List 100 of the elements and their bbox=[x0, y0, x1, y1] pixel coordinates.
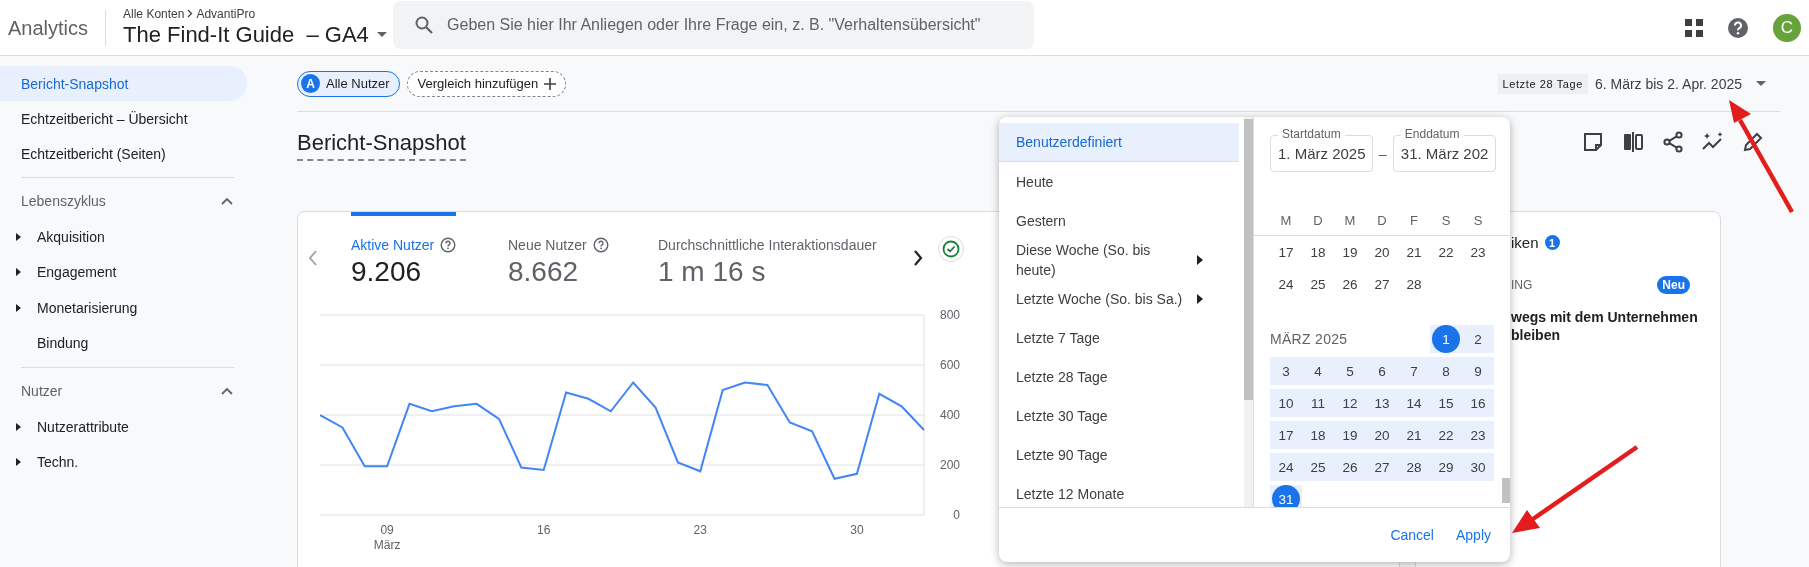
count-badge: 1 bbox=[1544, 235, 1560, 250]
calendar-day[interactable]: 14 bbox=[1400, 389, 1428, 417]
segment-chip[interactable]: A Alle Nutzer bbox=[297, 70, 400, 97]
calendar-day[interactable]: 27 bbox=[1368, 270, 1396, 298]
calendar-day[interactable]: 21 bbox=[1400, 238, 1428, 266]
nav-item[interactable]: Echtzeitbericht – Übersicht bbox=[0, 101, 247, 136]
calendar-day[interactable]: 23 bbox=[1464, 421, 1492, 449]
section-header[interactable]: Nutzer bbox=[21, 383, 63, 399]
nav-item[interactable]: Nutzerattribute bbox=[37, 418, 129, 435]
insight-text: wegs mit dem Unternehmen bbox=[1511, 308, 1699, 326]
apps-grid-icon[interactable] bbox=[1685, 18, 1703, 37]
calendar-day[interactable]: 26 bbox=[1336, 453, 1364, 481]
calendar-day[interactable]: 2 bbox=[1464, 325, 1492, 353]
calendar-day[interactable]: 16 bbox=[1464, 389, 1492, 417]
calendar-day[interactable]: 21 bbox=[1400, 421, 1428, 449]
search-field[interactable]: Geben Sie hier Ihr Anliegen oder Ihre Frage ein, z. B. "Verhaltensübersicht" bbox=[393, 1, 1035, 49]
calendar-day[interactable]: 4 bbox=[1304, 357, 1332, 385]
calendar-day[interactable]: 6 bbox=[1368, 357, 1396, 385]
add-comparison-chip[interactable]: Vergleich hinzufügen bbox=[406, 70, 567, 97]
product-name: Analytics bbox=[0, 9, 107, 46]
calendar-day[interactable]: 18 bbox=[1304, 421, 1332, 449]
scrollbar-thumb[interactable] bbox=[1244, 119, 1253, 400]
submenu-arrow-icon bbox=[1197, 254, 1203, 265]
calendar-day[interactable]: 5 bbox=[1336, 357, 1364, 385]
nav-item[interactable]: Bindung bbox=[37, 335, 89, 352]
calendar-day[interactable]: 17 bbox=[1272, 421, 1300, 449]
calendar-day[interactable]: 8 bbox=[1432, 357, 1460, 385]
calendar-day[interactable]: 18 bbox=[1304, 238, 1332, 266]
dialog-button[interactable]: Apply bbox=[1455, 527, 1491, 544]
calendar-day[interactable]: 22 bbox=[1432, 421, 1460, 449]
calendar-day[interactable]: 19 bbox=[1336, 238, 1364, 266]
preset-option[interactable]: Letzte 12 Monate bbox=[999, 474, 1239, 508]
calendar-day[interactable]: 19 bbox=[1336, 421, 1364, 449]
metric-label: Aktive Nutzer bbox=[351, 236, 435, 254]
metric-tab[interactable]: Neue Nutzer 8.662 bbox=[508, 212, 609, 290]
help-icon[interactable] bbox=[1727, 16, 1749, 39]
expand-arrow-icon[interactable] bbox=[16, 268, 21, 277]
calendar-day[interactable]: 20 bbox=[1368, 421, 1396, 449]
nav-item[interactable]: Monetarisierung bbox=[37, 299, 138, 316]
month-title: MÄRZ 2025 bbox=[1270, 331, 1348, 347]
calendar-day[interactable]: 1 bbox=[1432, 325, 1460, 353]
calendar-day[interactable]: 29 bbox=[1432, 453, 1460, 481]
calendar-day[interactable]: 20 bbox=[1368, 238, 1396, 266]
card-title: iken bbox=[1511, 234, 1539, 251]
chevron-up-icon[interactable] bbox=[221, 197, 233, 205]
calendar-day[interactable]: 11 bbox=[1304, 389, 1332, 417]
expand-arrow-icon[interactable] bbox=[16, 303, 21, 312]
calendar-day[interactable]: 24 bbox=[1272, 453, 1300, 481]
share-icon[interactable] bbox=[1661, 129, 1685, 154]
preset-option[interactable]: Letzte 7 Tage bbox=[999, 318, 1239, 357]
calendar-day[interactable]: 9 bbox=[1464, 357, 1492, 385]
preset-option[interactable]: Diese Woche (So. bis heute) bbox=[999, 240, 1239, 279]
calendar-day[interactable]: 25 bbox=[1304, 270, 1332, 298]
expand-arrow-icon[interactable] bbox=[16, 232, 21, 241]
calendar-day[interactable]: 28 bbox=[1400, 453, 1428, 481]
calendar-day[interactable]: 28 bbox=[1400, 270, 1428, 298]
calendar-day[interactable]: 27 bbox=[1368, 453, 1396, 481]
calendar-day[interactable]: 10 bbox=[1272, 389, 1300, 417]
calendar-day[interactable]: 7 bbox=[1400, 357, 1428, 385]
scrollbar-thumb[interactable] bbox=[1502, 478, 1510, 503]
calendar-day[interactable]: 26 bbox=[1336, 270, 1364, 298]
calendar-day[interactable]: 25 bbox=[1304, 453, 1332, 481]
calendar-day[interactable]: 3 bbox=[1272, 357, 1300, 385]
breadcrumb-link[interactable]: Alle Konten bbox=[123, 6, 185, 21]
calendar-day[interactable]: 12 bbox=[1336, 389, 1364, 417]
preset-option[interactable]: Gestern bbox=[999, 201, 1239, 240]
metric-tab[interactable]: Durchschnittliche Interaktionsdauer 1 m 16 s bbox=[658, 212, 877, 290]
calendar-day[interactable]: 15 bbox=[1432, 389, 1460, 417]
calendar-day[interactable]: 22 bbox=[1432, 238, 1460, 266]
preset-option[interactable]: Letzte 28 Tage bbox=[999, 357, 1239, 396]
nav-item[interactable]: Akquisition bbox=[37, 228, 105, 245]
chevron-up-icon[interactable] bbox=[221, 387, 233, 395]
compare-columns-icon[interactable] bbox=[1621, 129, 1645, 154]
breadcrumb-link[interactable]: AdvantiPro bbox=[196, 6, 256, 21]
calendar-day[interactable]: 17 bbox=[1272, 238, 1300, 266]
calendar-day[interactable]: 30 bbox=[1464, 453, 1492, 481]
preset-option[interactable]: Letzte 30 Tage bbox=[999, 396, 1239, 435]
help-icon[interactable] bbox=[592, 237, 609, 253]
calendar-day[interactable]: 13 bbox=[1368, 389, 1396, 417]
section-header[interactable]: Lebenszyklus bbox=[21, 193, 106, 209]
calendar-day[interactable]: 24 bbox=[1272, 270, 1300, 298]
preset-option[interactable]: Letzte 90 Tage bbox=[999, 435, 1239, 474]
chevron-right-icon[interactable] bbox=[913, 250, 923, 266]
nav-item[interactable]: Engagement bbox=[37, 264, 117, 281]
calendar-day[interactable]: 31 bbox=[1272, 485, 1300, 508]
preset-option[interactable]: Benutzerdefiniert bbox=[999, 123, 1239, 162]
nav-item[interactable]: Techn. bbox=[37, 454, 79, 471]
nav-item[interactable]: Bericht-Snapshot bbox=[0, 66, 247, 101]
nav-item[interactable]: Echtzeitbericht (Seiten) bbox=[0, 136, 247, 171]
dialog-button[interactable]: Cancel bbox=[1390, 527, 1434, 544]
chevron-left-icon[interactable] bbox=[308, 250, 318, 266]
expand-arrow-icon[interactable] bbox=[16, 422, 21, 431]
help-icon[interactable] bbox=[440, 237, 457, 253]
property-selector[interactable]: The Find-It Guide – GA4 bbox=[123, 20, 369, 49]
preset-option[interactable]: Letzte Woche (So. bis Sa.) bbox=[999, 279, 1239, 318]
metric-tab[interactable]: Aktive Nutzer 9.206 bbox=[351, 212, 457, 290]
calendar-day[interactable]: 23 bbox=[1464, 238, 1492, 266]
date-range-selector[interactable]: 6. März bis 2. Apr. 2025 bbox=[1594, 75, 1742, 92]
preset-option[interactable]: Heute bbox=[999, 162, 1239, 201]
expand-arrow-icon[interactable] bbox=[16, 458, 21, 467]
